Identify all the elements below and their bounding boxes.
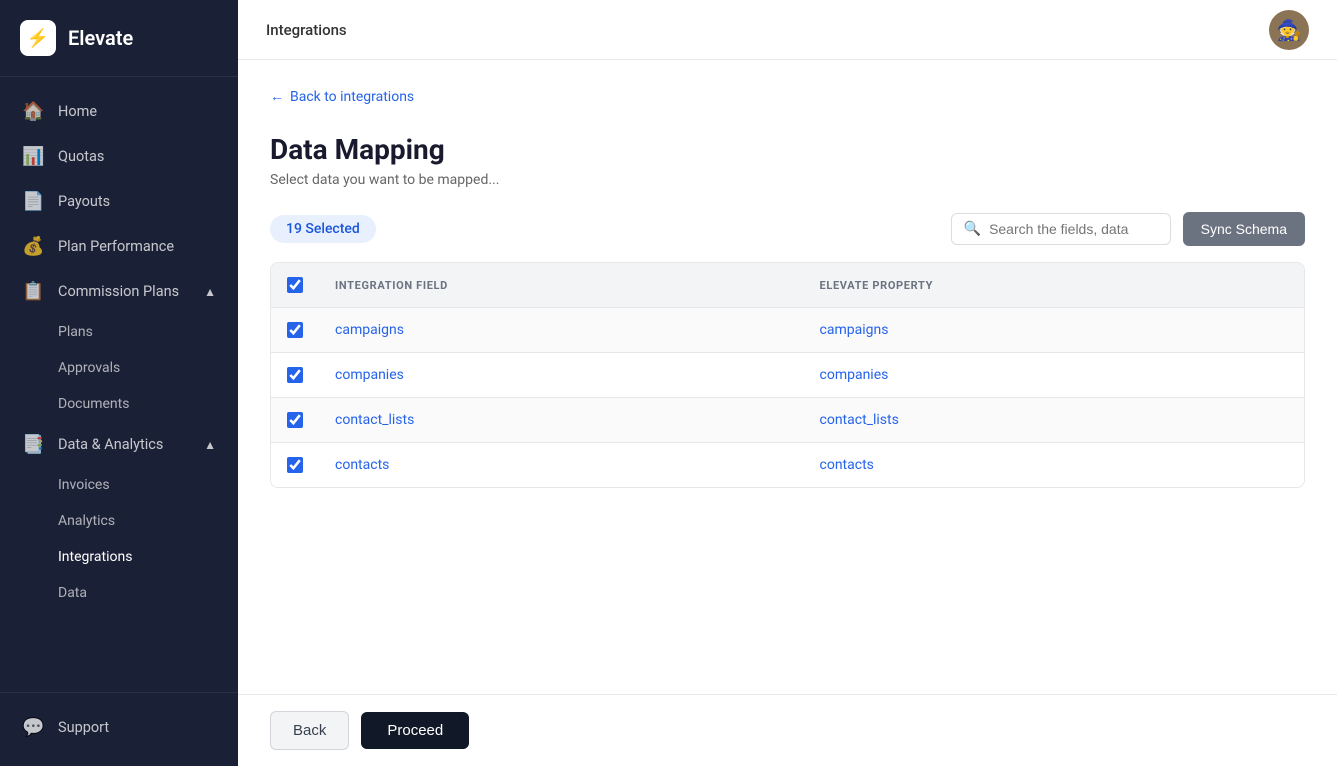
sidebar-item-home-label: Home bbox=[58, 103, 97, 120]
content-area: ← Back to integrations Data Mapping Sele… bbox=[238, 60, 1337, 694]
table-header: INTEGRATION FIELD ELEVATE PROPERTY bbox=[271, 263, 1304, 308]
integration-field-header: INTEGRATION FIELD bbox=[319, 267, 804, 304]
avatar[interactable]: 🧙 bbox=[1269, 10, 1309, 50]
select-all-checkbox[interactable] bbox=[287, 277, 303, 293]
table-row: contact_lists contact_lists bbox=[271, 398, 1304, 443]
data-analytics-icon: 📑 bbox=[22, 434, 44, 455]
proceed-button[interactable]: Proceed bbox=[361, 712, 469, 749]
row-2-elevate-property: companies bbox=[804, 353, 1289, 397]
sidebar-item-data-analytics[interactable]: 📑 Data & Analytics ▲ bbox=[0, 422, 238, 467]
sidebar-item-plans[interactable]: Plans bbox=[0, 314, 238, 350]
sidebar-item-invoices[interactable]: Invoices bbox=[0, 467, 238, 503]
sidebar-item-data-analytics-label: Data & Analytics bbox=[58, 436, 163, 453]
sidebar-item-commission-plans-label: Commission Plans bbox=[58, 283, 179, 300]
row-1-checkbox[interactable] bbox=[287, 322, 303, 338]
sidebar-header: ⚡ Elevate bbox=[0, 0, 238, 77]
sidebar-item-support[interactable]: 💬 Support bbox=[0, 705, 238, 750]
sidebar-item-quotas-label: Quotas bbox=[58, 148, 104, 165]
search-icon: 🔍 bbox=[964, 221, 981, 237]
row-1-checkbox-cell[interactable] bbox=[271, 308, 319, 352]
data-table: INTEGRATION FIELD ELEVATE PROPERTY campa… bbox=[270, 262, 1305, 488]
sidebar-item-plan-performance[interactable]: 💰 Plan Performance bbox=[0, 224, 238, 269]
row-4-elevate-property: contacts bbox=[804, 443, 1289, 487]
table-row: companies companies bbox=[271, 353, 1304, 398]
sidebar: ⚡ Elevate 🏠 Home 📊 Quotas 📄 Payouts 💰 Pl… bbox=[0, 0, 238, 766]
sidebar-item-approvals[interactable]: Approvals bbox=[0, 350, 238, 386]
sidebar-item-support-label: Support bbox=[58, 719, 109, 736]
sidebar-item-data[interactable]: Data bbox=[0, 575, 238, 611]
main-content: Integrations 🧙 ← Back to integrations Da… bbox=[238, 0, 1337, 766]
data-analytics-sub-nav: Invoices Analytics Integrations Data bbox=[0, 467, 238, 611]
selected-badge: 19 Selected bbox=[270, 215, 376, 243]
table-scroll-container[interactable]: campaigns campaigns companies companies bbox=[271, 308, 1304, 487]
table-row: campaigns campaigns bbox=[271, 308, 1304, 353]
sidebar-item-integrations[interactable]: Integrations bbox=[0, 539, 238, 575]
search-input[interactable] bbox=[989, 221, 1158, 237]
topbar: Integrations 🧙 bbox=[238, 0, 1337, 60]
table-row: contacts contacts bbox=[271, 443, 1304, 487]
elevate-property-header: ELEVATE PROPERTY bbox=[804, 267, 1289, 304]
footer-actions: Back Proceed bbox=[238, 694, 1337, 766]
commission-plans-chevron: ▲ bbox=[204, 285, 216, 299]
row-1-elevate-property: campaigns bbox=[804, 308, 1289, 352]
search-box[interactable]: 🔍 bbox=[951, 213, 1171, 245]
sync-schema-button[interactable]: Sync Schema bbox=[1183, 212, 1305, 246]
support-icon: 💬 bbox=[22, 717, 44, 738]
commission-plans-sub-nav: Plans Approvals Documents bbox=[0, 314, 238, 422]
back-arrow-icon: ← bbox=[270, 88, 284, 105]
page-title: Data Mapping bbox=[270, 133, 1305, 166]
row-1-integration-field: campaigns bbox=[319, 308, 804, 352]
row-3-checkbox[interactable] bbox=[287, 412, 303, 428]
app-logo: ⚡ bbox=[20, 20, 56, 56]
toolbar-right: 🔍 Sync Schema bbox=[951, 212, 1305, 246]
row-4-integration-field: contacts bbox=[319, 443, 804, 487]
back-to-integrations-link[interactable]: ← Back to integrations bbox=[270, 88, 1305, 105]
sidebar-bottom: 💬 Support bbox=[0, 692, 238, 766]
row-3-integration-field: contact_lists bbox=[319, 398, 804, 442]
home-icon: 🏠 bbox=[22, 101, 44, 122]
sidebar-item-analytics[interactable]: Analytics bbox=[0, 503, 238, 539]
row-2-checkbox[interactable] bbox=[287, 367, 303, 383]
row-3-elevate-property: contact_lists bbox=[804, 398, 1289, 442]
sidebar-item-documents[interactable]: Documents bbox=[0, 386, 238, 422]
row-2-checkbox-cell[interactable] bbox=[271, 353, 319, 397]
toolbar: 19 Selected 🔍 Sync Schema bbox=[270, 212, 1305, 246]
sidebar-item-payouts-label: Payouts bbox=[58, 193, 110, 210]
sidebar-item-payouts[interactable]: 📄 Payouts bbox=[0, 179, 238, 224]
quotas-icon: 📊 bbox=[22, 146, 44, 167]
row-4-checkbox[interactable] bbox=[287, 457, 303, 473]
row-3-checkbox-cell[interactable] bbox=[271, 398, 319, 442]
row-2-integration-field: companies bbox=[319, 353, 804, 397]
app-name: Elevate bbox=[68, 26, 133, 50]
commission-plans-icon: 📋 bbox=[22, 281, 44, 302]
sidebar-item-plan-performance-label: Plan Performance bbox=[58, 238, 174, 255]
back-button[interactable]: Back bbox=[270, 711, 349, 750]
payouts-icon: 📄 bbox=[22, 191, 44, 212]
page-subtitle: Select data you want to be mapped... bbox=[270, 172, 1305, 188]
header-checkbox-cell[interactable] bbox=[271, 263, 319, 307]
sidebar-item-quotas[interactable]: 📊 Quotas bbox=[0, 134, 238, 179]
topbar-title: Integrations bbox=[266, 21, 347, 39]
sidebar-nav: 🏠 Home 📊 Quotas 📄 Payouts 💰 Plan Perform… bbox=[0, 77, 238, 692]
plan-performance-icon: 💰 bbox=[22, 236, 44, 257]
data-analytics-chevron: ▲ bbox=[204, 438, 216, 452]
sidebar-item-commission-plans[interactable]: 📋 Commission Plans ▲ bbox=[0, 269, 238, 314]
sidebar-item-home[interactable]: 🏠 Home bbox=[0, 89, 238, 134]
row-4-checkbox-cell[interactable] bbox=[271, 443, 319, 487]
